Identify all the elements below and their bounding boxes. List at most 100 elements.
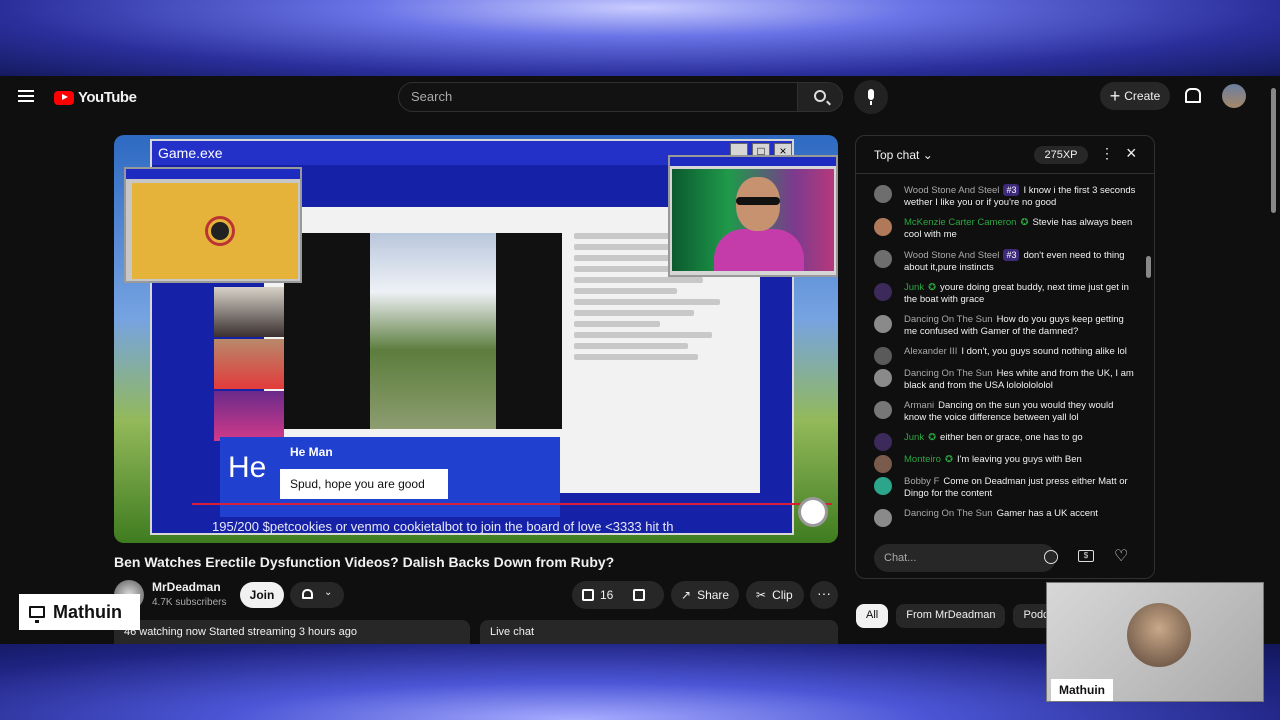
chat-message[interactable]: Dancing On The Sun Gamer has a UK accent bbox=[856, 504, 1146, 527]
heart-icon[interactable]: ♡ bbox=[1114, 546, 1128, 566]
chat-author-avatar bbox=[874, 347, 892, 365]
member-badge: #3 bbox=[1003, 184, 1020, 196]
channel-name[interactable]: MrDeadman bbox=[152, 580, 221, 594]
chat-author-name[interactable]: Monteiro bbox=[904, 454, 941, 465]
chat-author-name[interactable]: Dancing On The Sun bbox=[904, 508, 993, 519]
chat-message[interactable]: Monteiro ✪ I'm leaving you guys with Ben bbox=[856, 450, 1146, 473]
search-icon bbox=[814, 90, 826, 102]
chat-message[interactable]: Bobby F Come on Deadman just press either… bbox=[856, 472, 1146, 504]
create-label: Create bbox=[1124, 89, 1161, 103]
chat-author-name[interactable]: Bobby F bbox=[904, 476, 939, 487]
host-webcam: Mathuin bbox=[1046, 582, 1264, 702]
chat-message[interactable]: Wood Stone And Steel #3 I know i the first… bbox=[856, 180, 1146, 213]
screen-share-nametag: Mathuin bbox=[19, 594, 140, 630]
chat-author-name[interactable]: McKenzie Carter Cameron bbox=[904, 217, 1016, 228]
page-scrollbar[interactable] bbox=[1271, 88, 1276, 213]
chat-author-name[interactable]: Alexander III bbox=[904, 346, 957, 357]
chat-mode-label: Top chat bbox=[874, 148, 920, 162]
logo-text: YouTube bbox=[78, 89, 137, 106]
chat-mode-dropdown[interactable]: Top chat ⌄ bbox=[874, 148, 933, 162]
chat-author-avatar bbox=[874, 455, 892, 473]
chat-author-name[interactable]: Junk bbox=[904, 282, 924, 293]
youtube-logo[interactable]: YouTube bbox=[54, 89, 137, 106]
chat-author-avatar bbox=[874, 369, 892, 387]
close-chat-icon[interactable]: × bbox=[1126, 144, 1137, 162]
chat-author-avatar bbox=[874, 185, 892, 203]
chat-message-text: I'm leaving you guys with Ben bbox=[956, 454, 1082, 465]
super-chat-icon[interactable]: $ bbox=[1078, 550, 1094, 562]
chat-message-text: I don't, you guys sound nothing alike lo… bbox=[961, 346, 1127, 357]
chat-message[interactable]: Dancing On The Sun Hes white and from the… bbox=[856, 364, 1146, 396]
chat-author-name[interactable]: Armani bbox=[904, 400, 934, 411]
chat-author-avatar bbox=[874, 509, 892, 527]
video-info-bar[interactable]: 46 watching now Started streaming 3 hour… bbox=[114, 620, 470, 644]
account-avatar[interactable] bbox=[1222, 84, 1246, 108]
stream-background-top bbox=[0, 0, 1280, 76]
camera-window-left bbox=[124, 167, 302, 283]
camera-window-right bbox=[668, 155, 838, 277]
chat-author-name[interactable]: Dancing On The Sun bbox=[904, 314, 993, 325]
chat-scrollbar[interactable] bbox=[1146, 256, 1151, 278]
chat-message[interactable]: Wood Stone And Steel #3 don't even need to… bbox=[856, 245, 1146, 278]
chat-messages: Wood Stone And Steel #3 I know i the first… bbox=[856, 180, 1146, 536]
search-input[interactable]: Search bbox=[398, 82, 798, 112]
featured-chat-overlay: He He Man Spud, hope you are good bbox=[220, 437, 560, 517]
share-icon: ↗ bbox=[681, 588, 692, 602]
chat-message-text: Gamer has a UK accent bbox=[996, 508, 1098, 519]
chat-author-name[interactable]: Dancing On The Sun bbox=[904, 368, 993, 379]
xp-badge[interactable]: 275XP bbox=[1034, 146, 1088, 164]
join-button[interactable]: Join bbox=[240, 582, 284, 608]
chat-message[interactable]: McKenzie Carter Cameron ✪ Stevie has alway… bbox=[856, 213, 1146, 245]
youtube-window: YouTube Search + Create Game.exe _ □ × H… bbox=[0, 76, 1280, 644]
verified-badge-icon: ✪ bbox=[928, 282, 937, 293]
chat-message[interactable]: Junk ✪ either ben or grace, one has to go bbox=[856, 428, 1146, 451]
share-button[interactable]: ↗ Share bbox=[671, 581, 739, 609]
filter-chip[interactable]: From MrDeadman bbox=[896, 604, 1006, 628]
chat-input[interactable]: Chat... bbox=[874, 544, 1056, 572]
subscription-bell-button[interactable]: ⌄ bbox=[290, 582, 344, 608]
chat-author-avatar bbox=[874, 283, 892, 301]
verified-badge-icon: ✪ bbox=[1020, 217, 1029, 228]
chat-message[interactable]: Dancing On The Sun How do you guys keep g… bbox=[856, 310, 1146, 342]
like-icon[interactable] bbox=[582, 589, 594, 601]
chat-author-name[interactable]: Junk bbox=[904, 432, 924, 443]
chat-message-text: Dancing on the sun you would they would … bbox=[904, 400, 1114, 423]
filter-chip[interactable]: All bbox=[856, 604, 889, 628]
search-button[interactable] bbox=[797, 82, 843, 112]
notifications-bell-icon[interactable] bbox=[1184, 88, 1201, 103]
like-dislike-group: 16 bbox=[572, 581, 664, 609]
monitor-icon bbox=[29, 606, 45, 623]
chat-message[interactable]: Armani Dancing on the sun you would they … bbox=[856, 396, 1146, 428]
chat-message[interactable]: Junk ✪ youre doing great buddy, next time … bbox=[856, 278, 1146, 310]
menu-icon[interactable] bbox=[18, 90, 34, 102]
chat-message[interactable]: Alexander III I don't, you guys sound not… bbox=[856, 342, 1146, 365]
verified-badge-icon: ✪ bbox=[944, 454, 953, 465]
live-chat-tab[interactable]: Live chat bbox=[480, 620, 838, 644]
overlay-name: He Man bbox=[290, 445, 333, 459]
chat-author-name[interactable]: Wood Stone And Steel bbox=[904, 185, 999, 196]
stream-progress-line bbox=[192, 503, 832, 505]
chat-options-icon[interactable]: ⋮ bbox=[1100, 145, 1114, 162]
overlay-avatar-text: He bbox=[228, 451, 267, 484]
bell-icon bbox=[302, 589, 313, 599]
scissors-icon: ✂ bbox=[756, 588, 767, 602]
microphone-icon bbox=[868, 89, 874, 105]
clip-button[interactable]: ✂ Clip bbox=[746, 581, 804, 609]
youtube-play-icon bbox=[54, 90, 74, 105]
clip-label: Clip bbox=[772, 588, 793, 602]
streamer-webcam bbox=[672, 169, 834, 271]
chat-author-avatar bbox=[874, 250, 892, 268]
dislike-icon[interactable] bbox=[633, 589, 646, 601]
video-player[interactable]: Game.exe _ □ × He He Man Spud, hope you … bbox=[114, 135, 838, 543]
nametag-text: Mathuin bbox=[53, 601, 122, 622]
chat-author-name[interactable]: Wood Stone And Steel bbox=[904, 250, 999, 261]
create-button[interactable]: + Create bbox=[1100, 82, 1170, 110]
chevron-down-icon: ⌄ bbox=[922, 148, 933, 162]
voice-search-button[interactable] bbox=[854, 80, 888, 114]
more-actions-button[interactable]: ··· bbox=[810, 581, 838, 609]
chat-author-avatar bbox=[874, 477, 892, 495]
emoji-icon[interactable] bbox=[1044, 550, 1058, 564]
host-face bbox=[1127, 603, 1191, 667]
chat-message-text: youre doing great buddy, next time just … bbox=[904, 282, 1129, 305]
related-filter-chips: All From MrDeadman Podcast bbox=[856, 604, 1074, 630]
